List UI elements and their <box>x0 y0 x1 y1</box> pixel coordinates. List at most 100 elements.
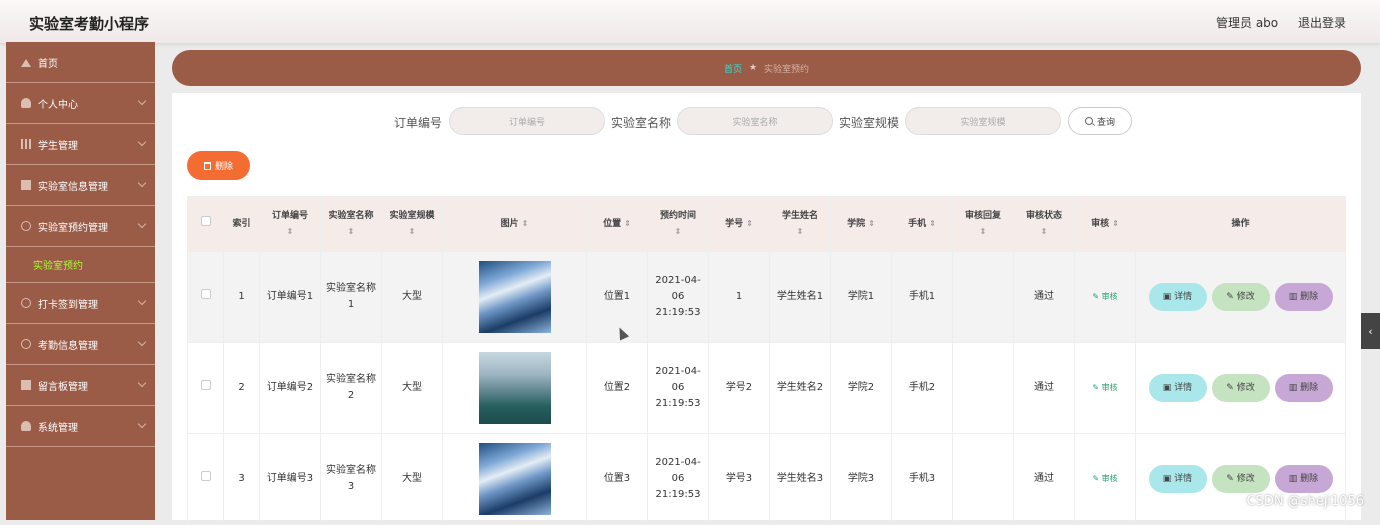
chevron-down-icon <box>137 296 147 306</box>
sidebar-item-label: 系统管理 <box>38 422 78 434</box>
detail-label: 详情 <box>1174 292 1193 302</box>
sidebar-item-lab-info[interactable]: 实验室信息管理 <box>6 165 155 206</box>
chevron-down-icon <box>137 419 147 429</box>
column-header-phone[interactable]: 手机 ⇕ <box>891 196 953 252</box>
row-select-cell <box>187 342 224 434</box>
audit-link[interactable]: ✎ 审核 <box>1092 292 1117 301</box>
cell-college: 学院3 <box>830 433 892 525</box>
chevron-down-icon <box>137 337 147 347</box>
home-icon <box>21 57 31 67</box>
side-panel-toggle[interactable]: ‹ <box>1361 313 1380 349</box>
cell-scale: 大型 <box>381 433 443 525</box>
edit-button[interactable]: ✎ 修改 <box>1211 374 1270 402</box>
delete-label: 删除 <box>1300 292 1319 302</box>
detail-button[interactable]: ▣ 详情 <box>1148 283 1207 311</box>
audit-link[interactable]: ✎ 审核 <box>1092 383 1117 392</box>
column-header-lab-name[interactable]: 实验室名称 ⇕ <box>320 196 382 252</box>
logout-link[interactable]: 退出登录 <box>1298 16 1346 30</box>
cell-audit: ✎ 审核 <box>1074 251 1136 343</box>
circle-icon <box>21 298 31 308</box>
cell-college: 学院1 <box>830 251 892 343</box>
sidebar-item-students[interactable]: 学生管理 <box>6 124 155 165</box>
row-checkbox[interactable] <box>200 471 211 481</box>
column-header-actions: 操作 <box>1135 196 1346 252</box>
select-all-checkbox[interactable] <box>200 216 211 226</box>
column-header-student-name[interactable]: 学生姓名 ⇕ <box>769 196 831 252</box>
header-label: 学院 <box>847 219 866 229</box>
cell-location: 位置3 <box>586 433 648 525</box>
header-label: 实验室名称 <box>328 211 374 221</box>
column-header-college[interactable]: 学院 ⇕ <box>830 196 892 252</box>
audit-link[interactable]: ✎ 审核 <box>1092 474 1117 483</box>
sort-icon: ⇕ <box>347 227 355 236</box>
sidebar-item-system[interactable]: 系统管理 <box>6 406 155 447</box>
row-checkbox[interactable] <box>200 380 211 390</box>
detail-button[interactable]: ▣ 详情 <box>1148 465 1207 493</box>
column-header-student-id[interactable]: 学号 ⇕ <box>708 196 770 252</box>
edit-button[interactable]: ✎ 修改 <box>1211 465 1270 493</box>
header-label: 订单编号 <box>271 211 308 221</box>
lab-name-input[interactable]: 实验室名称 <box>677 107 833 135</box>
header-label: 图片 <box>500 219 519 229</box>
header-label: 位置 <box>603 219 622 229</box>
column-header-image[interactable]: 图片 ⇕ <box>442 196 587 252</box>
sidebar-subitem-lab-booking[interactable]: 实验室预约 <box>6 247 155 283</box>
sidebar-item-personal[interactable]: 个人中心 <box>6 83 155 124</box>
column-header-status[interactable]: 审核状态 ⇕ <box>1013 196 1075 252</box>
column-header-location[interactable]: 位置 ⇕ <box>586 196 648 252</box>
breadcrumb-home[interactable]: 首页 <box>724 62 742 75</box>
sidebar-item-label: 考勤信息管理 <box>38 340 98 352</box>
cell-actions: ▣ 详情 ✎ 修改 ▥ 删除 <box>1135 342 1346 434</box>
sidebar-item-attendance[interactable]: 考勤信息管理 <box>6 324 155 365</box>
sidebar-item-label: 实验室预约管理 <box>38 222 108 234</box>
sidebar: 首页 个人中心 学生管理 实验室信息管理 实验室预约管理 实验室预约 打卡签到管… <box>6 42 155 520</box>
delete-button[interactable]: ▥ 删除 <box>1274 374 1333 402</box>
lab-photo <box>478 352 551 424</box>
edit-button[interactable]: ✎ 修改 <box>1211 283 1270 311</box>
row-checkbox[interactable] <box>200 289 211 299</box>
sidebar-item-messages[interactable]: 留言板管理 <box>6 365 155 406</box>
search-button[interactable]: 查询 <box>1068 107 1132 135</box>
column-header-reply[interactable]: 审核回复 ⇕ <box>952 196 1014 252</box>
edit-label: 修改 <box>1236 383 1255 393</box>
trash-icon <box>203 161 211 170</box>
column-header-order-no[interactable]: 订单编号 ⇕ <box>259 196 321 252</box>
row-select-cell <box>187 433 224 525</box>
square-icon <box>21 380 31 390</box>
top-bar: 实验室考勤小程序 管理员 abo 退出登录 <box>0 0 1380 44</box>
cell-lab-name: 实验室名称1 <box>320 251 382 343</box>
delete-button[interactable]: ▥ 删除 <box>1274 283 1333 311</box>
sort-icon: ⇕ <box>746 219 753 228</box>
cell-order-no: 订单编号1 <box>259 251 321 343</box>
lab-scale-input[interactable]: 实验室规模 <box>905 107 1061 135</box>
column-header-time[interactable]: 预约时间 ⇕ <box>647 196 709 252</box>
top-right: 管理员 abo 退出登录 <box>1200 14 1346 31</box>
batch-delete-label: 删除 <box>214 162 233 172</box>
batch-delete-button[interactable]: 删除 <box>187 151 250 180</box>
cell-college: 学院2 <box>830 342 892 434</box>
cell-order-no: 订单编号3 <box>259 433 321 525</box>
search-icon <box>1084 117 1093 125</box>
order-number-input[interactable]: 订单编号 <box>449 107 605 135</box>
lab-photo <box>478 261 551 333</box>
sidebar-item-home[interactable]: 首页 <box>6 42 155 83</box>
detail-button[interactable]: ▣ 详情 <box>1148 374 1207 402</box>
circle-icon <box>21 339 31 349</box>
cell-time: 2021-04-06 21:19:53 <box>647 433 709 525</box>
sidebar-item-checkin[interactable]: 打卡签到管理 <box>6 283 155 324</box>
delete-button[interactable]: ▥ 删除 <box>1274 465 1333 493</box>
cell-student-id: 学号2 <box>708 342 770 434</box>
cell-actions: ▣ 详情 ✎ 修改 ▥ 删除 <box>1135 433 1346 525</box>
cell-actions: ▣ 详情 ✎ 修改 ▥ 删除 <box>1135 251 1346 343</box>
sidebar-item-lab-booking[interactable]: 实验室预约管理 <box>6 206 155 247</box>
sidebar-item-label: 首页 <box>38 58 58 70</box>
sort-icon: ⇕ <box>1040 227 1048 236</box>
column-header-scale[interactable]: 实验室规模 ⇕ <box>381 196 443 252</box>
chevron-down-icon <box>137 96 147 106</box>
header-label: 审核状态 <box>1025 211 1062 221</box>
search-bar: 订单编号 订单编号 实验室名称 实验室名称 实验室规模 实验室规模 查询 <box>172 107 1361 135</box>
cell-scale: 大型 <box>381 342 443 434</box>
breadcrumb-current: 实验室预约 <box>764 64 810 75</box>
user-icon <box>21 421 31 431</box>
column-header-audit[interactable]: 审核 ⇕ <box>1074 196 1136 252</box>
